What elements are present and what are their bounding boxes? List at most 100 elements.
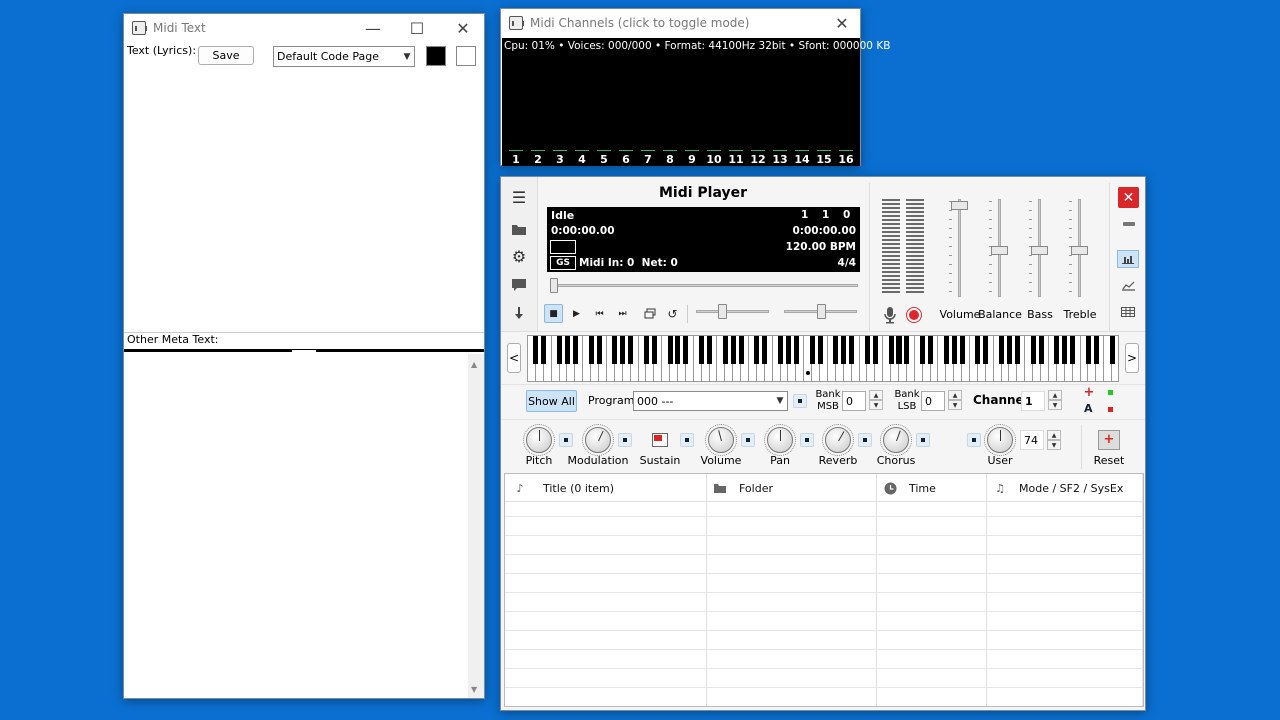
chorus-toggle[interactable] xyxy=(916,433,930,447)
user-value-spinner[interactable]: ▲ ▼ xyxy=(1047,430,1061,450)
text-color-swatch[interactable] xyxy=(426,46,446,66)
close-button[interactable]: ✕ xyxy=(823,9,861,37)
piano-black-key[interactable] xyxy=(722,336,728,364)
record-button[interactable] xyxy=(907,308,921,322)
piano-black-key[interactable] xyxy=(983,336,989,364)
channel-number[interactable]: 6 xyxy=(616,153,636,166)
piano-black-key[interactable] xyxy=(809,336,815,364)
user-value-input[interactable]: 74 xyxy=(1020,430,1044,450)
channel-spinner[interactable]: ▲ ▼ xyxy=(1048,390,1062,410)
piano-black-key[interactable] xyxy=(628,336,634,364)
piano-keyboard[interactable] xyxy=(527,335,1119,382)
piano-black-key[interactable] xyxy=(620,336,626,364)
piano-black-key[interactable] xyxy=(754,336,760,364)
piano-black-key[interactable] xyxy=(596,336,602,364)
seek-thumb[interactable] xyxy=(550,278,558,293)
comment-icon[interactable] xyxy=(510,276,528,294)
channel-number[interactable]: 16 xyxy=(836,153,856,166)
playlist[interactable]: ♪ Title (0 item) Folder Time ♫ Mode / SF… xyxy=(504,473,1144,707)
pan-toggle[interactable] xyxy=(800,433,814,447)
modulation-toggle[interactable] xyxy=(618,433,632,447)
sustain-pedal-icon[interactable] xyxy=(652,433,668,447)
piano-black-key[interactable] xyxy=(896,336,902,364)
piano-black-key[interactable] xyxy=(762,336,768,364)
loop-icon[interactable]: ↺ xyxy=(663,304,682,323)
piano-black-key[interactable] xyxy=(1070,336,1076,364)
piano-black-key[interactable] xyxy=(675,336,681,364)
piano-black-key[interactable] xyxy=(872,336,878,364)
channel-number[interactable]: 8 xyxy=(660,153,680,166)
volume-toggle[interactable] xyxy=(741,433,755,447)
pitch-thumb[interactable] xyxy=(817,304,826,319)
piano-black-key[interactable] xyxy=(1006,336,1012,364)
settings-gear-icon[interactable]: ⚙ xyxy=(510,247,528,266)
microphone-icon[interactable] xyxy=(882,306,898,324)
lyrics-text-area[interactable] xyxy=(125,70,484,332)
stop-button[interactable]: ■ xyxy=(544,304,563,323)
piano-black-key[interactable] xyxy=(975,336,981,364)
volume-fader-thumb[interactable] xyxy=(951,201,968,210)
channel-number[interactable]: 9 xyxy=(682,153,702,166)
add-icon[interactable]: + xyxy=(1083,386,1095,399)
piano-black-key[interactable] xyxy=(730,336,736,364)
bank-msb-spinner[interactable]: ▲ ▼ xyxy=(869,390,883,410)
balance-fader-thumb[interactable] xyxy=(991,246,1008,255)
piano-black-key[interactable] xyxy=(667,336,673,364)
piano-black-key[interactable] xyxy=(841,336,847,364)
piano-black-key[interactable] xyxy=(572,336,578,364)
player-display[interactable]: Idle 1 1 0 0:00:00.00 0:00:00.00 120.00 … xyxy=(547,207,860,272)
minimize-icon[interactable] xyxy=(1120,215,1137,232)
bank-lsb-spinner[interactable]: ▲ ▼ xyxy=(948,390,962,410)
seek-track[interactable] xyxy=(551,284,858,287)
piano-black-key[interactable] xyxy=(793,336,799,364)
channel-number[interactable]: 15 xyxy=(814,153,834,166)
vertical-scrollbar[interactable]: ▲ ▼ xyxy=(468,354,484,698)
piano-black-key[interactable] xyxy=(943,336,949,364)
column-folder[interactable]: Folder xyxy=(713,474,773,502)
column-separator[interactable] xyxy=(876,474,877,706)
minimize-button[interactable]: — xyxy=(350,14,396,42)
bass-fader-thumb[interactable] xyxy=(1031,246,1048,255)
window-mode-icon[interactable] xyxy=(640,304,659,323)
graph-view-icon[interactable] xyxy=(1118,278,1138,294)
midi-channels-titlebar[interactable]: Midi Channels (click to toggle mode) xyxy=(501,9,860,37)
save-button[interactable]: Save xyxy=(198,46,254,65)
close-red-button[interactable]: ✕ xyxy=(1118,187,1139,208)
tempo-thumb[interactable] xyxy=(718,304,727,319)
column-mode[interactable]: ♫ Mode / SF2 / SysEx xyxy=(993,474,1123,502)
previous-button[interactable]: ⏮ xyxy=(590,304,609,323)
close-button[interactable]: ✕ xyxy=(440,14,486,42)
user-knob[interactable] xyxy=(984,424,1016,456)
column-separator[interactable] xyxy=(1142,474,1143,706)
arrow-down-icon[interactable] xyxy=(510,304,528,322)
piano-black-key[interactable] xyxy=(683,336,689,364)
treble-fader-thumb[interactable] xyxy=(1071,246,1088,255)
user-toggle[interactable] xyxy=(967,433,981,447)
piano-black-key[interactable] xyxy=(564,336,570,364)
channel-number[interactable]: 7 xyxy=(638,153,658,166)
meta-text-area[interactable] xyxy=(125,354,468,698)
play-button[interactable]: ▶ xyxy=(567,304,586,323)
scroll-up-icon[interactable]: ▲ xyxy=(471,360,477,369)
program-select[interactable]: 000 --- ▼ xyxy=(633,391,788,411)
column-time[interactable]: Time xyxy=(883,474,936,502)
piano-black-key[interactable] xyxy=(699,336,705,364)
piano-black-key[interactable] xyxy=(643,336,649,364)
splitter-grip[interactable] xyxy=(292,350,316,352)
piano-black-key[interactable] xyxy=(778,336,784,364)
piano-black-key[interactable] xyxy=(999,336,1005,364)
piano-black-key[interactable] xyxy=(817,336,823,364)
chorus-knob[interactable] xyxy=(880,424,912,456)
channels-display[interactable]: Cpu: 01% • Voices: 000/000 • Format: 441… xyxy=(502,38,890,166)
pan-knob[interactable] xyxy=(764,424,796,456)
reverb-toggle[interactable] xyxy=(858,433,872,447)
reset-icon[interactable]: + xyxy=(1098,430,1120,450)
volume-knob[interactable] xyxy=(705,424,737,456)
piano-black-key[interactable] xyxy=(533,336,539,364)
piano-black-key[interactable] xyxy=(738,336,744,364)
piano-black-key[interactable] xyxy=(1062,336,1068,364)
piano-black-key[interactable] xyxy=(1093,336,1099,364)
modulation-knob[interactable] xyxy=(582,424,614,456)
scroll-down-icon[interactable]: ▼ xyxy=(471,685,477,694)
next-button[interactable]: ⏭ xyxy=(613,304,632,323)
